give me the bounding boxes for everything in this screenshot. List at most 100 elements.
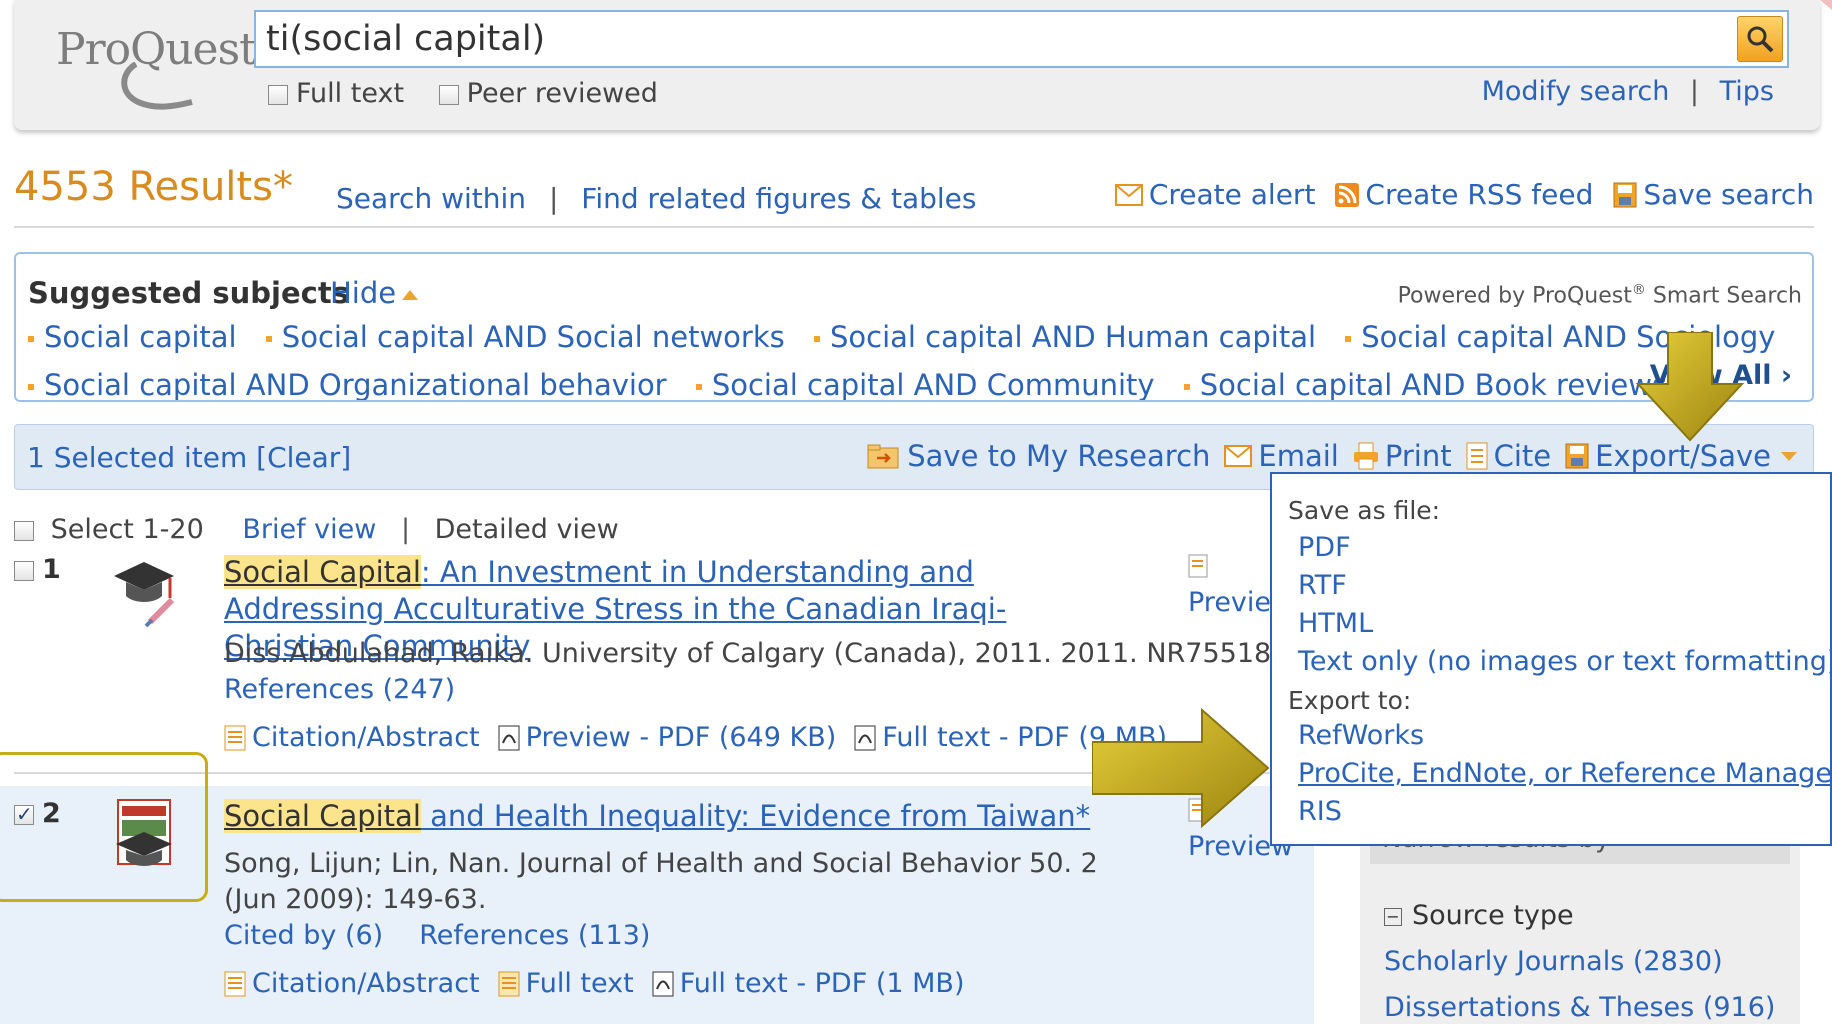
citation-abstract-label: Citation/Abstract [252, 968, 480, 999]
result-checkbox[interactable] [14, 560, 34, 581]
suggested-subjects-title: Suggested subjects [28, 276, 349, 310]
result-actions: Citation/Abstract Preview - PDF (649 KB)… [224, 722, 1167, 753]
references-link[interactable]: References (113) [419, 920, 650, 951]
title-highlight: Social Capital [224, 799, 421, 833]
source-type-facet-header[interactable]: − Source type [1384, 900, 1574, 931]
suggested-subject-link[interactable]: Social capital AND Organizational behavi… [28, 368, 667, 402]
results-separator: | [548, 182, 559, 215]
tips-link[interactable]: Tips [1720, 76, 1774, 107]
facet-dissertations-theses[interactable]: Dissertations & Theses (916) [1384, 992, 1775, 1023]
citation-abstract-link[interactable]: Citation/Abstract [224, 722, 480, 753]
logo-swoosh-icon [121, 62, 193, 110]
save-disk-icon [1565, 443, 1589, 469]
envelope-icon [1224, 445, 1253, 467]
search-button[interactable] [1737, 16, 1783, 62]
pdf-icon [854, 725, 876, 750]
annotation-arrow-right-icon [1092, 708, 1270, 828]
full-text-filter[interactable]: Full text [268, 78, 404, 109]
modify-search-link[interactable]: Modify search [1482, 76, 1670, 107]
envelope-icon [1114, 183, 1143, 206]
search-within-link[interactable]: Search within [336, 182, 526, 215]
citation-abstract-label: Citation/Abstract [252, 722, 480, 753]
folder-arrow-icon [867, 444, 899, 469]
preview-document-icon [1188, 554, 1208, 578]
results-actions: Create alert Create RSS feed Save search [1114, 178, 1814, 211]
suggested-subject-link[interactable]: Social capital AND Community [695, 368, 1155, 400]
suggested-subject-label: Social capital AND Social networks [281, 320, 785, 354]
result-title-link[interactable]: Social Capital and Health Inequality: Ev… [224, 798, 1124, 835]
title-highlight: Social Capital [224, 555, 421, 589]
dissertation-mortarboard-icon [114, 562, 175, 628]
search-field[interactable] [254, 10, 1789, 68]
print-label: Print [1384, 439, 1452, 473]
facet-scholarly-journals[interactable]: Scholarly Journals (2830) [1384, 946, 1723, 977]
search-icon [1747, 26, 1774, 53]
preview-pdf-link[interactable]: Preview - PDF (649 KB) [498, 722, 837, 753]
collapse-toggle-icon[interactable]: − [1384, 907, 1402, 926]
suggested-subject-link[interactable]: Social capital AND Human capital [813, 320, 1317, 354]
export-refworks-option[interactable]: RefWorks [1298, 720, 1424, 751]
suggested-subject-label: Social capital AND Organizational behavi… [44, 368, 667, 402]
detailed-view-link[interactable]: Detailed view [435, 514, 619, 545]
hide-suggested-button[interactable]: Hide [330, 276, 419, 310]
suggested-subject-link[interactable]: Social capital AND Book reviews [1183, 368, 1667, 400]
suggested-subject-label: Social capital AND Human capital [829, 320, 1317, 354]
export-save-button[interactable]: Export/Save [1565, 439, 1797, 473]
export-rtf-option[interactable]: RTF [1298, 570, 1347, 601]
chevron-down-icon [1781, 451, 1797, 461]
peer-reviewed-checkbox[interactable] [438, 84, 459, 105]
search-input[interactable] [256, 13, 1737, 65]
selected-items-clear[interactable]: 1 Selected item [Clear] [27, 441, 351, 474]
cite-label: Cite [1493, 439, 1552, 473]
preview-pdf-label: Preview - PDF (649 KB) [525, 722, 837, 753]
full-text-link[interactable]: Full text [498, 968, 634, 999]
full-text-label: Full text [296, 78, 405, 109]
header-links: Modify search | Tips [1482, 76, 1774, 107]
suggested-subject-link[interactable]: Social capital AND Social networks [265, 320, 785, 354]
select-range-label: Select 1-20 [50, 514, 204, 545]
result-item: 2 Social Capital and Health Inequality: … [14, 798, 1314, 1024]
brief-view-link[interactable]: Brief view [242, 514, 376, 545]
search-filters: Full text Peer reviewed [268, 78, 684, 109]
select-all-checkbox[interactable] [14, 520, 34, 541]
export-save-dropdown: Save as file: PDF RTF HTML Text only (no… [1270, 472, 1832, 846]
create-alert-button[interactable]: Create alert [1114, 178, 1315, 211]
bullet-icon [28, 384, 34, 390]
save-search-label: Save search [1643, 178, 1814, 211]
cite-button[interactable]: Cite [1466, 439, 1552, 473]
result-number-text: 1 [42, 554, 61, 585]
export-html-option[interactable]: HTML [1298, 608, 1373, 639]
pdf-icon [652, 971, 674, 996]
email-button[interactable]: Email [1224, 439, 1339, 473]
bullet-icon [28, 336, 34, 342]
save-as-file-label: Save as file: [1288, 496, 1441, 525]
export-ris-option[interactable]: RIS [1298, 796, 1342, 827]
title-text: and Health Inequality: Evidence from Tai… [420, 799, 1091, 833]
full-text-pdf-link[interactable]: Full text - PDF (1 MB) [652, 968, 964, 999]
proquest-logo[interactable]: ProQuest [42, 20, 257, 110]
save-search-button[interactable]: Save search [1613, 178, 1814, 211]
result-meta: Diss.Abdulahad, Raika. University of Cal… [224, 636, 1280, 708]
cited-by-link[interactable]: Cited by (6) [224, 920, 383, 951]
search-header: ProQuest Full text Peer reviewed Modify … [14, 0, 1820, 130]
peer-reviewed-filter[interactable]: Peer reviewed [438, 78, 658, 109]
print-button[interactable]: Print [1353, 439, 1452, 473]
corner-decoration-icon [1820, 0, 1832, 10]
references-link[interactable]: References (247) [224, 672, 1280, 708]
bullet-icon [1345, 336, 1352, 342]
export-procite-endnote-option[interactable]: ProCite, EndNote, or Reference Manager [1298, 758, 1832, 789]
email-label: Email [1258, 439, 1339, 473]
citation-abstract-link[interactable]: Citation/Abstract [224, 968, 480, 999]
registered-mark: ® [1631, 282, 1646, 298]
save-to-research-button[interactable]: Save to My Research [867, 439, 1210, 473]
suggested-subject-link[interactable]: Social capital [28, 320, 237, 354]
create-rss-button[interactable]: Create RSS feed [1335, 178, 1593, 211]
full-text-checkbox[interactable] [268, 84, 288, 105]
export-pdf-option[interactable]: PDF [1298, 532, 1351, 563]
suggested-row-1: Social capital Social capital AND Social… [28, 320, 1795, 354]
abstract-document-icon [224, 725, 246, 750]
find-related-link[interactable]: Find related figures & tables [581, 182, 976, 215]
save-to-research-label: Save to My Research [907, 439, 1211, 473]
chevron-up-icon [402, 290, 419, 300]
export-text-only-option[interactable]: Text only (no images or text formatting) [1298, 646, 1832, 677]
